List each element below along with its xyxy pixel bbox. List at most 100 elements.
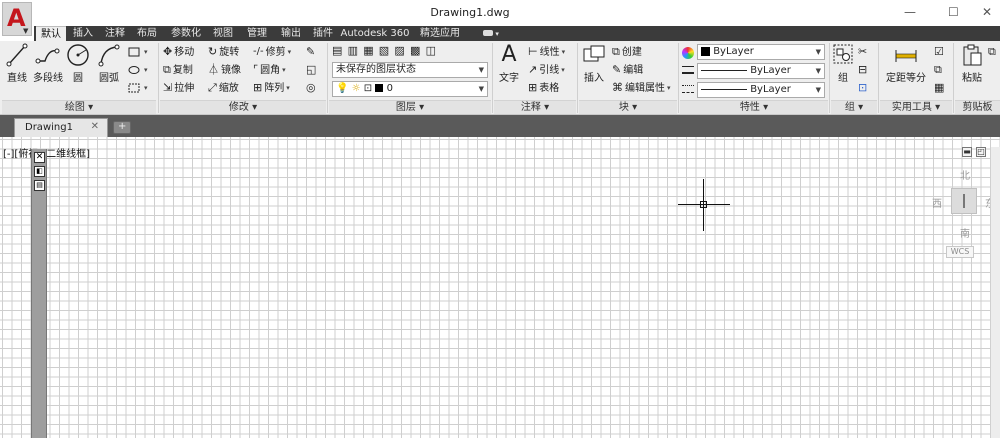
viewport-minimize-button[interactable]: ▬ bbox=[962, 147, 972, 157]
create-block-button[interactable]: ⧉ 创建 bbox=[612, 44, 642, 60]
palette-properties-icon[interactable]: ▤ bbox=[34, 180, 45, 191]
clipboard-panel-title[interactable]: 剪贴板 bbox=[955, 100, 1000, 114]
edit-block-button[interactable]: ✎ 编辑 bbox=[612, 62, 643, 78]
tab-insert[interactable]: 插入 bbox=[70, 26, 96, 41]
layer-properties-icon[interactable]: ▤ bbox=[332, 43, 342, 59]
linetype-dropdown[interactable]: ByLayer ▼ bbox=[697, 63, 825, 79]
panel-divider bbox=[878, 43, 879, 113]
maximize-button[interactable]: ☐ bbox=[948, 5, 959, 19]
text-button[interactable]: A 文字 bbox=[496, 43, 522, 85]
modify-panel-title[interactable]: 修改 ▾ bbox=[160, 100, 326, 114]
file-tab-drawing1[interactable]: Drawing1 ✕ bbox=[14, 118, 108, 137]
edit-attributes-button[interactable]: ⌘ 编辑属性 ▾ bbox=[612, 80, 671, 96]
rectangle-button[interactable]: ▾ bbox=[128, 44, 148, 60]
viewcube-south[interactable]: 南 bbox=[960, 225, 970, 240]
wcs-menu[interactable]: WCS bbox=[946, 246, 974, 258]
insert-block-button[interactable]: 插入 bbox=[580, 43, 608, 84]
ungroup-button[interactable]: ✂ bbox=[858, 44, 869, 60]
drawing-canvas[interactable]: [-][俯视][二维线框] ✕ ◧ ▤ ▬ ◰ ✕ 北 西 东 南 WCS bbox=[0, 137, 1000, 438]
copy-label: 复制 bbox=[172, 65, 193, 76]
minimize-button[interactable]: — bbox=[904, 5, 916, 19]
layer-isolate-icon[interactable]: ▦ bbox=[363, 43, 373, 59]
line-button[interactable]: 直线 bbox=[4, 43, 30, 84]
panel-divider bbox=[953, 43, 954, 113]
offset-button[interactable]: ◎ bbox=[306, 80, 318, 96]
palette-autohide-icon[interactable]: ◧ bbox=[34, 166, 45, 177]
viewcube-west[interactable]: 西 bbox=[932, 195, 942, 210]
ellipse-button[interactable]: ▾ bbox=[128, 62, 148, 78]
paste-button[interactable]: 粘贴 bbox=[958, 43, 986, 84]
utilities-panel-title[interactable]: 实用工具 ▾ bbox=[880, 100, 952, 114]
fillet-label: 圆角 bbox=[260, 65, 281, 76]
close-palette-icon[interactable]: ✕ bbox=[34, 152, 45, 163]
calculator-button[interactable]: ▦ bbox=[934, 80, 946, 96]
layers-panel-title[interactable]: 图层 ▾ bbox=[329, 100, 491, 114]
group-select-button[interactable]: ⊡ bbox=[858, 80, 869, 96]
quick-select-button[interactable]: ☑ bbox=[934, 44, 946, 60]
tab-home[interactable]: 默认 bbox=[36, 26, 66, 41]
tab-layout[interactable]: 布局 bbox=[134, 26, 160, 41]
arc-button[interactable]: 圆弧 bbox=[96, 43, 122, 84]
table-button[interactable]: ⊞ 表格 bbox=[528, 80, 559, 96]
linear-dimension-button[interactable]: ⊢ 线性 ▾ bbox=[528, 44, 565, 60]
mirror-button[interactable]: ⏃ 镜像 bbox=[208, 62, 241, 78]
erase-button[interactable]: ✎ bbox=[306, 44, 317, 60]
layer-state-icon[interactable]: ▥ bbox=[348, 43, 358, 59]
new-drawing-tab-button[interactable]: + bbox=[113, 121, 131, 134]
pencil-icon: ✎ bbox=[306, 45, 316, 58]
viewport-restore-button[interactable]: ◰ bbox=[976, 147, 986, 157]
match-properties-icon[interactable] bbox=[682, 47, 694, 59]
tab-manage[interactable]: 管理 bbox=[244, 26, 270, 41]
viewcube[interactable] bbox=[951, 188, 977, 214]
tab-output[interactable]: 输出 bbox=[278, 26, 304, 41]
layer-walk-icon[interactable]: ◫ bbox=[426, 43, 436, 59]
arc-icon bbox=[98, 44, 120, 67]
create-block-icon: ⧉ bbox=[612, 45, 620, 58]
tab-annotate[interactable]: 注释 bbox=[102, 26, 128, 41]
cut-button[interactable]: ⧉ bbox=[988, 44, 998, 60]
lineweight-dropdown[interactable]: ByLayer ▼ bbox=[697, 82, 825, 98]
groups-panel-title[interactable]: 组 ▾ bbox=[831, 100, 877, 114]
move-button[interactable]: ✥ 移动 bbox=[163, 44, 194, 60]
tab-autodesk-360[interactable]: Autodesk 360 bbox=[340, 26, 410, 41]
leader-button[interactable]: ↗ 引线 ▾ bbox=[528, 62, 565, 78]
current-layer-dropdown[interactable]: 💡 ☼ ⊡ 0 ▼ bbox=[332, 81, 488, 97]
application-menu-button[interactable]: A ▼ bbox=[2, 2, 32, 36]
color-dropdown[interactable]: ByLayer ▼ bbox=[697, 44, 825, 60]
circle-button[interactable]: 圆 bbox=[66, 43, 90, 84]
properties-panel-title[interactable]: 特性 ▾ bbox=[680, 100, 828, 114]
rotate-button[interactable]: ↻ 旋转 bbox=[208, 44, 239, 60]
scale-button[interactable]: ⤢ 缩放 bbox=[208, 80, 239, 96]
tab-overflow-button[interactable]: ▾ bbox=[480, 26, 502, 41]
stretch-button[interactable]: ⇲ 拉伸 bbox=[163, 80, 194, 96]
group-edit-button[interactable]: ⊟ bbox=[858, 62, 869, 78]
group-button[interactable]: 组 bbox=[832, 43, 854, 84]
close-window-button[interactable]: ✕ bbox=[982, 5, 992, 19]
block-panel-title[interactable]: 块 ▾ bbox=[579, 100, 677, 114]
array-button[interactable]: ⊞ 阵列 ▾ bbox=[253, 80, 290, 96]
tab-parametric[interactable]: 参数化 bbox=[168, 26, 204, 41]
measure-button[interactable]: 定距等分 bbox=[884, 43, 928, 84]
draw-panel-title[interactable]: 绘图 ▾ bbox=[2, 100, 156, 114]
hatch-button[interactable]: ▾ bbox=[128, 80, 148, 96]
copy-button[interactable]: ⧉ 复制 bbox=[163, 62, 193, 78]
polyline-button[interactable]: 多段线 bbox=[32, 43, 64, 84]
tab-plugins[interactable]: 插件 bbox=[310, 26, 336, 41]
tab-featured-apps[interactable]: 精选应用 bbox=[418, 26, 462, 41]
fillet-button[interactable]: ⌜ 圆角 ▾ bbox=[253, 62, 286, 78]
viewcube-north[interactable]: 北 bbox=[960, 167, 970, 182]
trim-button[interactable]: -/- 修剪 ▾ bbox=[253, 44, 291, 60]
annotation-panel-title[interactable]: 注释 ▾ bbox=[494, 100, 576, 114]
array-label: 阵列 bbox=[264, 83, 285, 94]
layer-state-dropdown[interactable]: 未保存的图层状态 ▼ bbox=[332, 62, 488, 78]
select-all-button[interactable]: ⧉ bbox=[934, 62, 944, 78]
layer-off-icon[interactable]: ▩ bbox=[410, 43, 420, 59]
explode-button[interactable]: ◱ bbox=[306, 62, 318, 78]
tab-view[interactable]: 视图 bbox=[210, 26, 236, 41]
layer-freeze-icon[interactable]: ▨ bbox=[394, 43, 404, 59]
plus-icon: + bbox=[118, 121, 127, 132]
close-tab-icon[interactable]: ✕ bbox=[91, 121, 99, 132]
layer-match-icon[interactable]: ▧ bbox=[379, 43, 389, 59]
leader-icon: ↗ bbox=[528, 63, 538, 76]
polyline-icon bbox=[35, 48, 60, 64]
